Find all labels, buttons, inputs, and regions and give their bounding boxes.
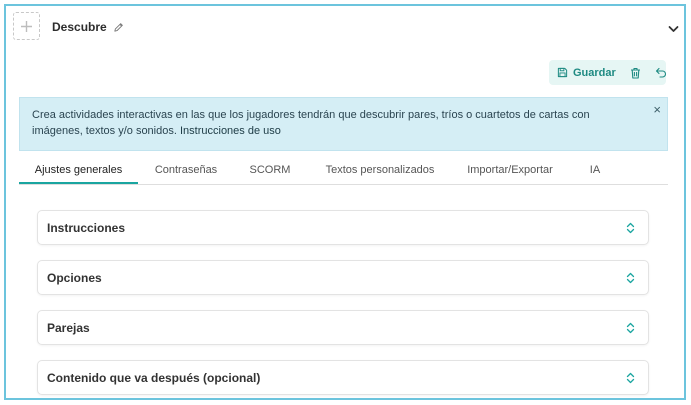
section-label: Parejas: [47, 320, 90, 335]
save-button-label: Guardar: [573, 66, 616, 79]
info-alert: Crea actividades interactivas en las que…: [19, 97, 668, 151]
floppy-disk-icon: [557, 67, 568, 78]
settings-tabs: Ajustes generales Contraseñas SCORM Text…: [19, 164, 668, 185]
trash-icon: [630, 67, 640, 79]
undo-icon: [655, 67, 666, 78]
chevron-up-down-icon: [626, 272, 635, 284]
section-label: Opciones: [47, 270, 102, 285]
collapse-block-button[interactable]: [668, 20, 679, 38]
delete-button[interactable]: [630, 67, 641, 79]
section-opciones[interactable]: Opciones: [37, 260, 649, 295]
add-block-button[interactable]: [13, 12, 40, 40]
chevron-up-down-icon: [626, 322, 635, 334]
pencil-icon: [114, 22, 123, 32]
tab-contrasenas[interactable]: Contraseñas: [154, 164, 218, 184]
tab-ia[interactable]: IA: [587, 164, 603, 184]
section-instrucciones[interactable]: Instrucciones: [37, 210, 649, 245]
section-label: Contenido que va después (opcional): [47, 370, 261, 385]
activity-block: Descubre Guardar Crea actividades intera…: [4, 4, 686, 400]
tab-scorm[interactable]: SCORM: [248, 164, 292, 184]
alert-text: Crea actividades interactivas en las que…: [32, 109, 590, 137]
tab-textos-personalizados[interactable]: Textos personalizados: [322, 164, 438, 184]
tab-ajustes-generales[interactable]: Ajustes generales: [19, 164, 138, 184]
close-alert-button[interactable]: ×: [653, 103, 661, 116]
block-toolbar: Guardar: [549, 60, 666, 85]
chevron-up-down-icon: [626, 372, 635, 384]
undo-button[interactable]: [655, 67, 667, 78]
edit-title-button[interactable]: [113, 22, 124, 33]
chevron-up-down-icon: [626, 222, 635, 234]
tab-importar-exportar[interactable]: Importar/Exportar: [460, 164, 560, 184]
instructions-link[interactable]: Instrucciones de uso: [180, 125, 281, 137]
section-contenido-despues[interactable]: Contenido que va después (opcional): [37, 360, 649, 395]
section-parejas[interactable]: Parejas: [37, 310, 649, 345]
chevron-down-icon: [668, 26, 679, 32]
save-button[interactable]: Guardar: [557, 67, 616, 79]
plus-icon: [21, 20, 32, 32]
block-title: Descubre: [52, 20, 107, 34]
block-title-group: Descubre: [52, 20, 124, 34]
section-label: Instrucciones: [47, 220, 126, 235]
